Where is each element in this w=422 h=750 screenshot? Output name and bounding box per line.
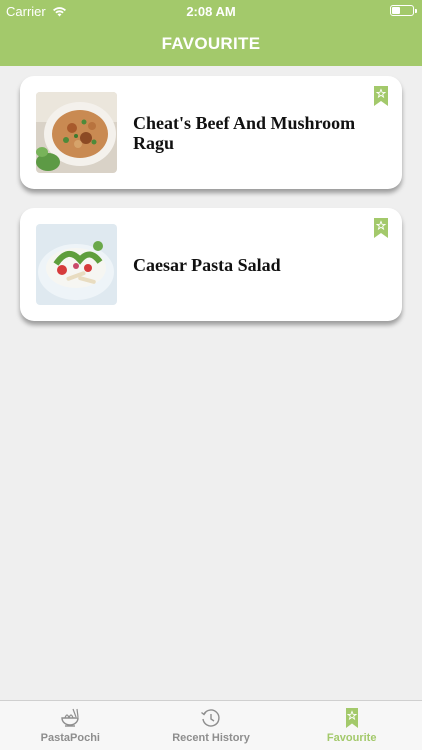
- page-title: FAVOURITE: [161, 34, 261, 53]
- bookmark-star-icon[interactable]: [374, 86, 388, 106]
- pasta-bowl-icon: [61, 708, 80, 727]
- tab-label: Recent History: [172, 732, 250, 744]
- favourite-card[interactable]: Caesar Pasta Salad: [20, 208, 402, 321]
- navigation-bar: FAVOURITE: [0, 22, 422, 66]
- caesar-salad-image: [36, 224, 117, 305]
- recipe-name: Caesar Pasta Salad: [133, 254, 281, 275]
- history-clock-icon: [201, 709, 220, 727]
- battery-icon: [390, 5, 417, 16]
- recipe-thumbnail: [36, 92, 117, 173]
- recipe-thumbnail: [36, 224, 117, 305]
- status-time: 2:08 AM: [186, 4, 236, 19]
- tab-favourite[interactable]: Favourite: [281, 701, 422, 750]
- status-bar: Carrier 2:08 AM: [0, 0, 422, 22]
- beef-ragu-image: [36, 92, 117, 173]
- tab-bar: PastaPochi Recent History Favourite: [0, 700, 422, 750]
- tab-label: Favourite: [326, 732, 377, 744]
- tab-label: PastaPochi: [40, 732, 100, 744]
- favourite-card[interactable]: Cheat's Beef And Mushroom Ragu: [20, 76, 402, 189]
- tab-pastapochi[interactable]: PastaPochi: [0, 701, 141, 750]
- bookmark-star-icon[interactable]: [374, 218, 388, 238]
- bookmark-star-icon: [345, 708, 358, 728]
- tab-recent-history[interactable]: Recent History: [141, 701, 282, 750]
- recipe-name: Cheat's Beef And Mushroom Ragu: [133, 112, 356, 153]
